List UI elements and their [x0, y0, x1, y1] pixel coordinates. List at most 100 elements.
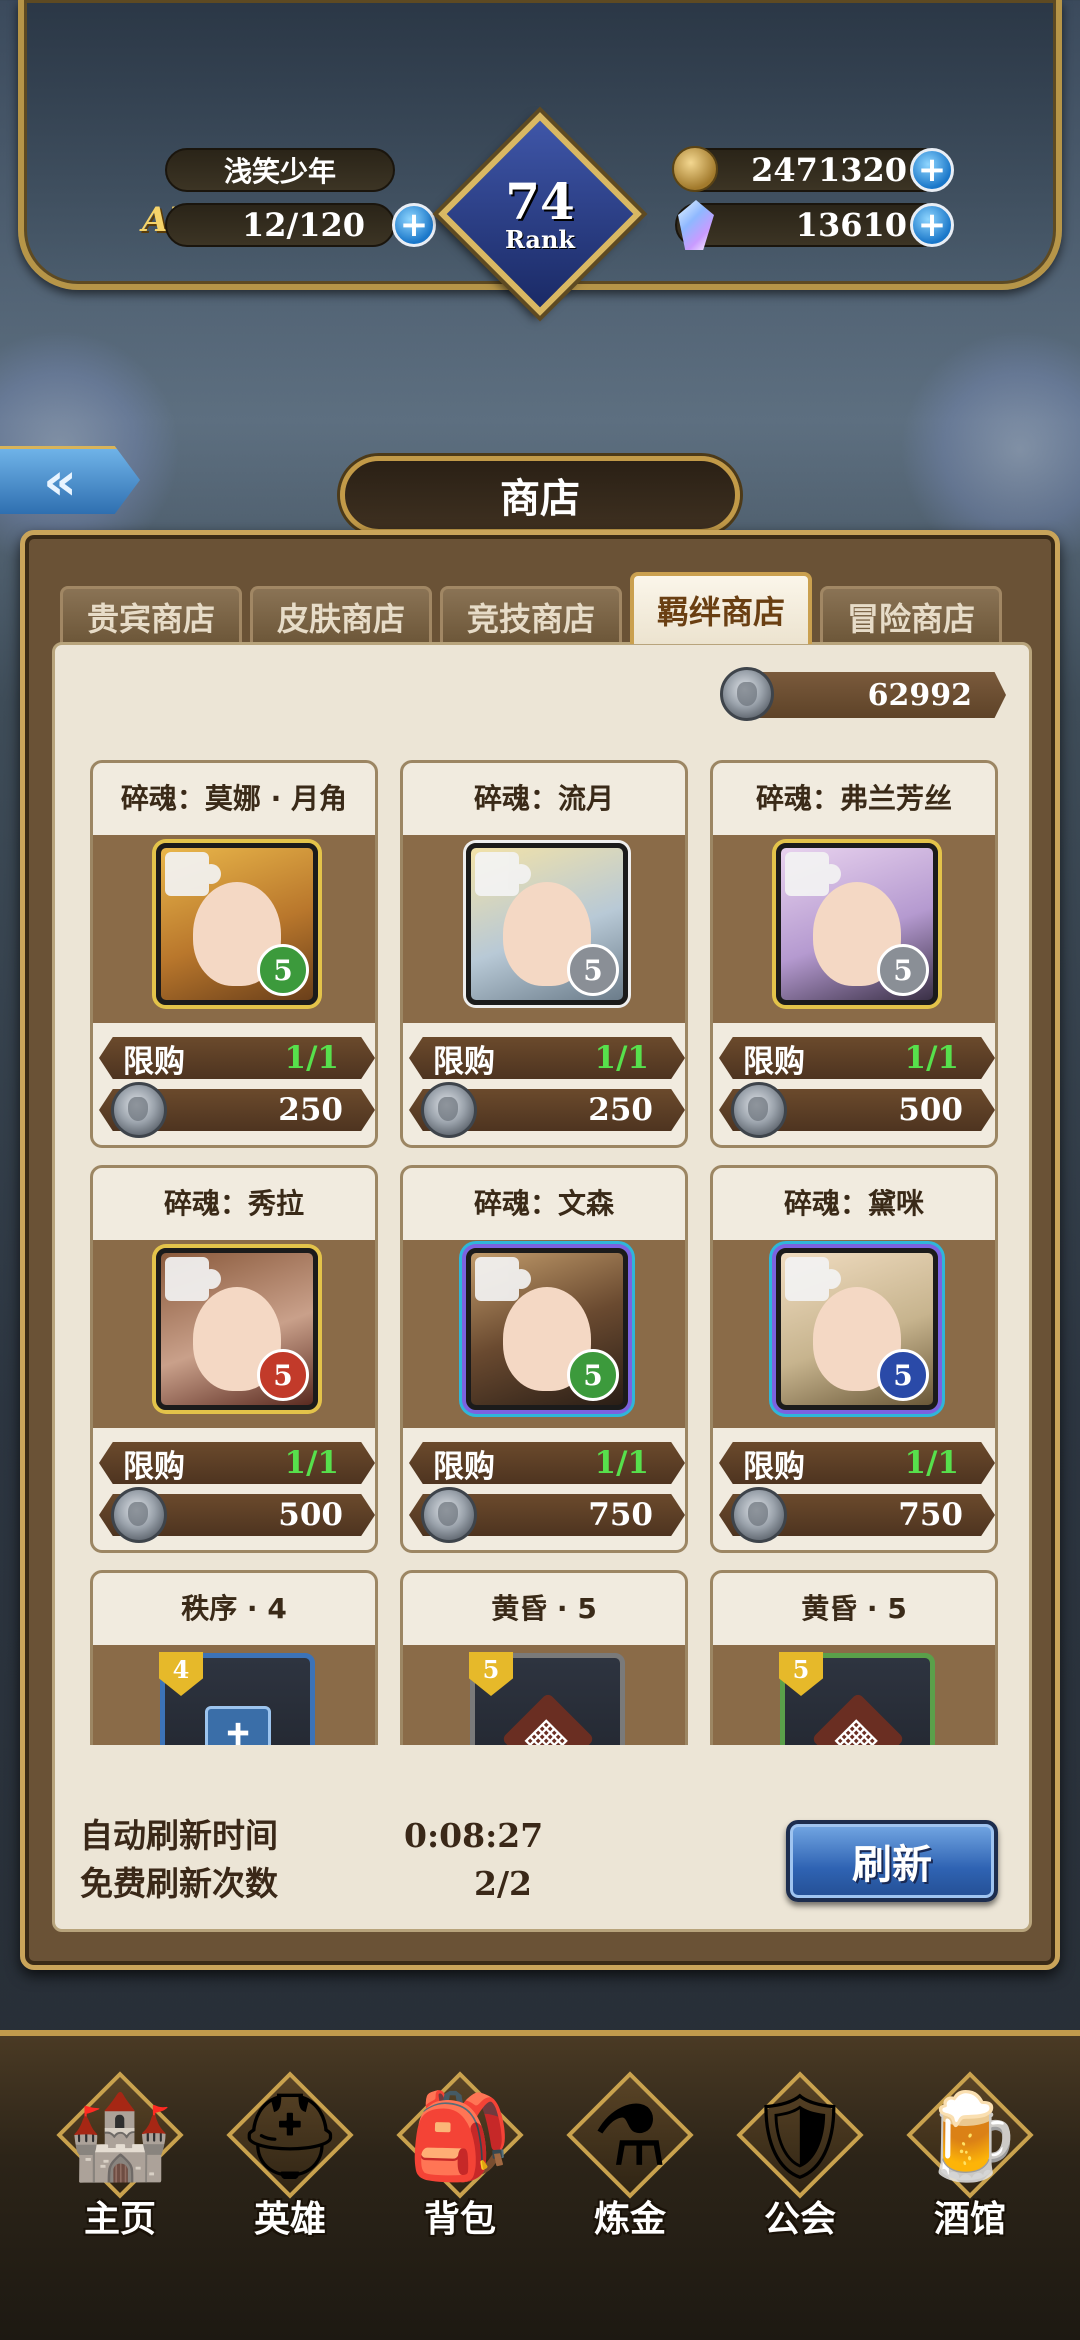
purchase-limit: 限购 1/1	[409, 1442, 685, 1484]
auto-refresh-label: 自动刷新时间	[80, 1816, 278, 1855]
nav-guild[interactable]: 🛡 公会	[720, 2058, 880, 2288]
rank-label: Rank	[504, 225, 576, 254]
price-coin-icon	[731, 1487, 787, 1543]
limit-label: 限购	[433, 1043, 495, 1080]
limit-label: 限购	[123, 1448, 185, 1485]
price-coin-icon	[111, 1082, 167, 1138]
item-title: 碎魂：莫娜 · 月角	[120, 782, 348, 815]
gold-coin-icon	[672, 146, 718, 192]
shop-item-card[interactable]: 黄昏 · 5 5 ▦	[710, 1570, 998, 1745]
item-art: 4 ✝	[93, 1645, 375, 1745]
guild-shield-icon: 🛡	[746, 2086, 854, 2185]
add-gem-button[interactable]: +	[910, 203, 954, 247]
item-art: 5 ▦	[403, 1645, 685, 1745]
puzzle-piece-icon	[785, 852, 841, 896]
refresh-button[interactable]: 刷新	[786, 1820, 998, 1902]
bond-coin-icon	[720, 667, 774, 721]
limit-label: 限购	[743, 1043, 805, 1080]
star-level-badge: 5	[567, 944, 619, 996]
potion-flask-icon: ⚗	[592, 2087, 668, 2185]
limit-label: 限购	[123, 1043, 185, 1080]
rank-flag: 5	[469, 1652, 513, 1696]
shop-item-card[interactable]: 碎魂：秀拉 5 限购 1/1 500	[90, 1165, 378, 1553]
limit-value: 1/1	[594, 1445, 649, 1481]
purchase-limit: 限购 1/1	[99, 1442, 375, 1484]
item-art: 5	[93, 1240, 375, 1428]
knight-helmet-icon: ⛑	[236, 2086, 344, 2185]
puzzle-piece-icon	[165, 852, 221, 896]
back-button[interactable]: «	[0, 446, 140, 514]
tab-skin-shop[interactable]: 皮肤商店	[250, 586, 432, 644]
hero-portrait: 5	[466, 843, 628, 1005]
item-title: 碎魂：文森	[473, 1187, 614, 1220]
backpack-icon: 🎒	[407, 2086, 513, 2185]
item-art: 5 ▦	[713, 1645, 995, 1745]
free-refresh-label: 免费刷新次数	[80, 1864, 278, 1903]
item-title: 碎魂：弗兰芳丝	[755, 782, 952, 815]
hero-portrait: 5	[156, 1248, 318, 1410]
puzzle-piece-icon	[475, 852, 531, 896]
star-level-badge: 5	[257, 1349, 309, 1401]
nav-label: 英雄	[253, 2199, 326, 2240]
castle-icon: ▦	[501, 1692, 595, 1745]
item-art: 5	[403, 835, 685, 1023]
nav-label: 公会	[763, 2199, 836, 2240]
shop-item-card[interactable]: 黄昏 · 5 5 ▦	[400, 1570, 688, 1745]
item-title: 碎魂：黛咪	[783, 1187, 924, 1220]
tab-adventure-shop[interactable]: 冒险商店	[820, 586, 1002, 644]
nav-alchemy[interactable]: ⚗ 炼金	[550, 2058, 710, 2288]
nav-home[interactable]: 🏰 主页	[40, 2058, 200, 2288]
puzzle-piece-icon	[785, 1257, 841, 1301]
castle-home-icon: 🏰	[67, 2086, 173, 2185]
item-title: 碎魂：流月	[473, 782, 614, 815]
nav-backpack[interactable]: 🎒 背包	[380, 2058, 540, 2288]
purchase-limit: 限购 1/1	[719, 1037, 995, 1079]
nav-heroes[interactable]: ⛑ 英雄	[210, 2058, 370, 2288]
beer-mug-icon: 🍺	[917, 2086, 1023, 2185]
item-grid: 碎魂：莫娜 · 月角 5 限购 1/1 250 碎魂：流月 5 限购 1/1 2…	[88, 760, 1008, 1745]
shop-item-card[interactable]: 碎魂：文森 5 限购 1/1 750	[400, 1165, 688, 1553]
gem-value: 13610	[675, 203, 945, 247]
star-level-badge: 5	[257, 944, 309, 996]
bottom-nav: 🏰 主页 ⛑ 英雄 🎒 背包 ⚗ 炼金 🛡 公会 🍺 酒馆	[40, 2058, 1050, 2288]
add-gold-button[interactable]: +	[910, 148, 954, 192]
limit-label: 限购	[433, 1448, 495, 1485]
item-art: 5	[713, 835, 995, 1023]
tab-arena-shop[interactable]: 竞技商店	[440, 586, 622, 644]
tab-bond-shop[interactable]: 羁绊商店	[630, 572, 812, 644]
item-title: 黄昏 · 5	[801, 1592, 907, 1625]
price-coin-icon	[421, 1082, 477, 1138]
purchase-limit: 限购 1/1	[409, 1037, 685, 1079]
nav-label: 背包	[423, 2199, 496, 2240]
ap-value: 12/120	[165, 203, 395, 247]
castle-icon: ▦	[811, 1692, 905, 1745]
shop-item-card[interactable]: 碎魂：弗兰芳丝 5 限购 1/1 500	[710, 760, 998, 1148]
item-title: 黄昏 · 5	[491, 1592, 597, 1625]
shop-item-card[interactable]: 碎魂：莫娜 · 月角 5 限购 1/1 250	[90, 760, 378, 1148]
free-refresh-count: 2/2	[474, 1864, 532, 1903]
rune-tile: 4 ✝	[159, 1652, 315, 1745]
item-title: 碎魂：秀拉	[163, 1187, 304, 1220]
nav-label: 炼金	[593, 2199, 666, 2240]
shop-item-card[interactable]: 秩序 · 4 4 ✝	[90, 1570, 378, 1745]
nav-tavern[interactable]: 🍺 酒馆	[890, 2058, 1050, 2288]
price-coin-icon	[111, 1487, 167, 1543]
item-title: 秩序 · 4	[181, 1592, 287, 1625]
auto-refresh-timer: 0:08:27	[404, 1816, 544, 1855]
shop-item-card[interactable]: 碎魂：黛咪 5 限购 1/1 750	[710, 1165, 998, 1553]
hero-portrait: 5	[776, 843, 938, 1005]
puzzle-piece-icon	[165, 1257, 221, 1301]
add-ap-button[interactable]: +	[392, 203, 436, 247]
shop-item-card[interactable]: 碎魂：流月 5 限购 1/1 250	[400, 760, 688, 1148]
limit-value: 1/1	[904, 1040, 959, 1076]
player-name: 浅笑少年	[165, 148, 395, 192]
limit-value: 1/1	[904, 1445, 959, 1481]
purchase-limit: 限购 1/1	[719, 1442, 995, 1484]
item-art: 5	[93, 835, 375, 1023]
rune-tile: 5 ▦	[469, 1652, 625, 1745]
refresh-labels: 自动刷新时间 免费刷新次数	[80, 1812, 278, 1908]
price-coin-icon	[421, 1487, 477, 1543]
refresh-values: 0:08:27 2/2	[404, 1812, 544, 1908]
tab-vip-shop[interactable]: 贵宾商店	[60, 586, 242, 644]
rune-tile: 5 ▦	[779, 1652, 935, 1745]
